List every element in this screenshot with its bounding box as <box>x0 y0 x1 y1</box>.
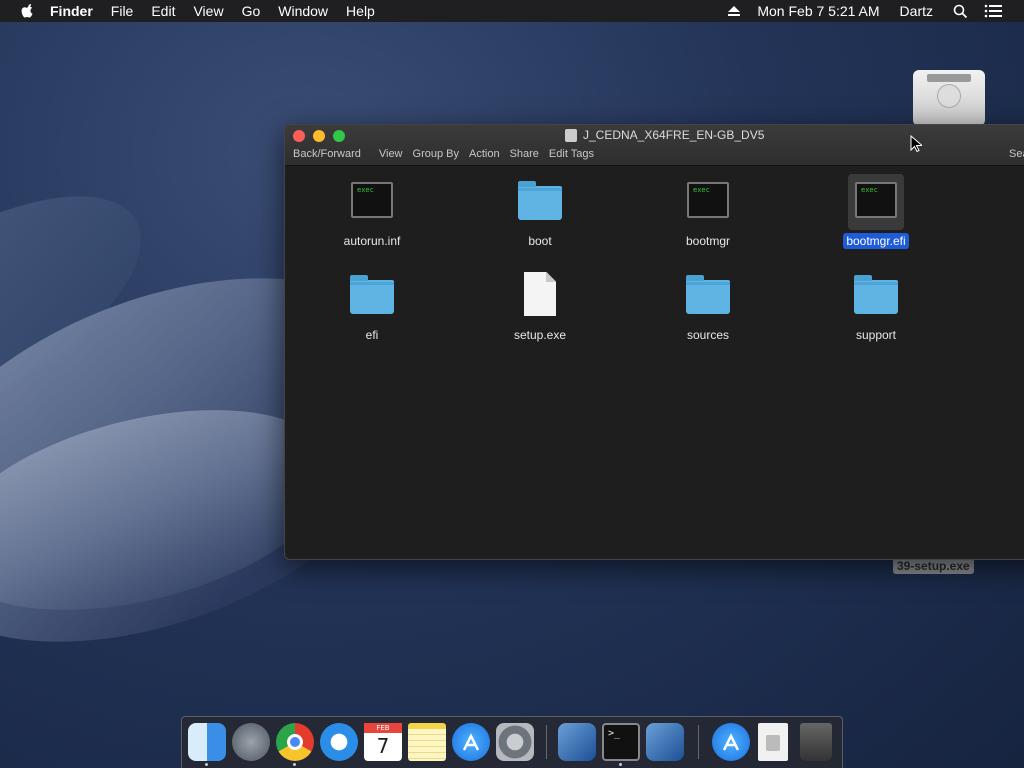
file-name: efi <box>365 328 379 342</box>
file-name: bootmgr.efi <box>843 233 909 249</box>
window-title-text: J_CEDNA_X64FRE_EN-GB_DV5 <box>583 128 765 142</box>
drive-disc <box>937 84 961 108</box>
view-button[interactable]: View <box>379 148 403 160</box>
file-grid: exec autorun.inf boot exec bootmgr exec … <box>285 166 1024 559</box>
file-item[interactable]: exec bootmgr <box>643 174 773 249</box>
system-preferences-icon[interactable] <box>496 723 534 761</box>
mouse-pointer-icon <box>910 135 922 153</box>
terminal-icon[interactable]: >_ <box>602 723 640 761</box>
window-toolbar: Back/Forward View Group By Action Share … <box>293 148 604 160</box>
desktop-drive-label[interactable]: 39-setup.exe <box>893 558 974 574</box>
document-icon <box>524 272 556 316</box>
launchpad-icon[interactable] <box>232 723 270 761</box>
search-button[interactable]: Sea <box>1009 148 1024 160</box>
calendar-icon[interactable]: FEB 7 <box>364 723 402 761</box>
virtualbox-icon[interactable] <box>558 723 596 761</box>
menu-go[interactable]: Go <box>242 3 261 19</box>
minimize-button[interactable] <box>313 130 325 142</box>
file-name: support <box>855 328 897 342</box>
file-name: setup.exe <box>513 328 567 342</box>
safari-icon[interactable] <box>320 723 358 761</box>
menu-help[interactable]: Help <box>346 3 375 19</box>
action-button[interactable]: Action <box>469 148 500 160</box>
app-store-downloads-icon[interactable] <box>712 723 750 761</box>
file-name: bootmgr <box>685 234 731 248</box>
file-item[interactable]: sources <box>643 268 773 343</box>
file-name: sources <box>686 328 730 342</box>
notes-icon[interactable] <box>408 723 446 761</box>
group-by-button[interactable]: Group By <box>413 148 459 160</box>
menu-window[interactable]: Window <box>278 3 328 19</box>
edit-tags-button[interactable]: Edit Tags <box>549 148 594 160</box>
folder-icon <box>854 275 898 314</box>
file-item[interactable]: boot <box>475 174 605 249</box>
executable-icon: exec <box>351 182 393 218</box>
file-item-selected[interactable]: exec bootmgr.efi <box>811 174 941 249</box>
disk-icon <box>565 128 577 142</box>
folder-icon <box>686 275 730 314</box>
folder-icon <box>518 181 562 220</box>
running-indicator <box>293 763 296 766</box>
trash-icon[interactable] <box>800 723 832 761</box>
file-name: boot <box>528 234 552 248</box>
spotlight-search-icon[interactable] <box>953 4 968 19</box>
close-button[interactable] <box>293 130 305 142</box>
menu-view[interactable]: View <box>193 3 223 19</box>
eject-icon[interactable] <box>727 5 741 17</box>
back-forward-button[interactable]: Back/Forward <box>293 148 361 160</box>
dock-separator <box>546 725 547 759</box>
dock-separator <box>698 725 699 759</box>
calendar-day: 7 <box>376 734 390 758</box>
file-item[interactable]: efi <box>307 268 437 343</box>
menu-file[interactable]: File <box>111 3 134 19</box>
notification-center-icon[interactable] <box>984 4 1002 18</box>
menu-edit[interactable]: Edit <box>151 3 175 19</box>
running-indicator <box>619 763 622 766</box>
finder-window: J_CEDNA_X64FRE_EN-GB_DV5 Back/Forward Vi… <box>284 124 1024 560</box>
running-indicator <box>205 763 208 766</box>
drive-plate <box>927 74 971 82</box>
file-item[interactable]: support <box>811 268 941 343</box>
calendar-month: FEB <box>364 723 402 733</box>
folder-icon <box>350 275 394 314</box>
menubar-clock[interactable]: Mon Feb 7 5:21 AM <box>757 3 879 19</box>
desktop-drive-icon[interactable] <box>913 70 985 126</box>
executable-icon: exec <box>687 182 729 218</box>
file-item[interactable]: exec autorun.inf <box>307 174 437 249</box>
app-store-icon[interactable] <box>452 723 490 761</box>
chrome-icon[interactable] <box>276 723 314 761</box>
file-item[interactable]: setup.exe <box>475 268 605 343</box>
menubar-user[interactable]: Dartz <box>900 3 933 19</box>
zoom-button[interactable] <box>333 130 345 142</box>
finder-icon[interactable] <box>188 723 226 761</box>
window-title: J_CEDNA_X64FRE_EN-GB_DV5 <box>565 128 764 142</box>
apple-icon[interactable] <box>20 3 36 19</box>
dock: FEB 7 >_ <box>181 716 843 768</box>
menu-bar: Finder File Edit View Go Window Help Mon… <box>0 0 1024 22</box>
file-name: autorun.inf <box>343 234 401 248</box>
share-button[interactable]: Share <box>510 148 539 160</box>
executable-icon: exec <box>855 182 897 218</box>
menu-finder[interactable]: Finder <box>50 3 93 19</box>
disk-image-icon[interactable] <box>758 723 788 761</box>
virtualbox-icon[interactable] <box>646 723 684 761</box>
